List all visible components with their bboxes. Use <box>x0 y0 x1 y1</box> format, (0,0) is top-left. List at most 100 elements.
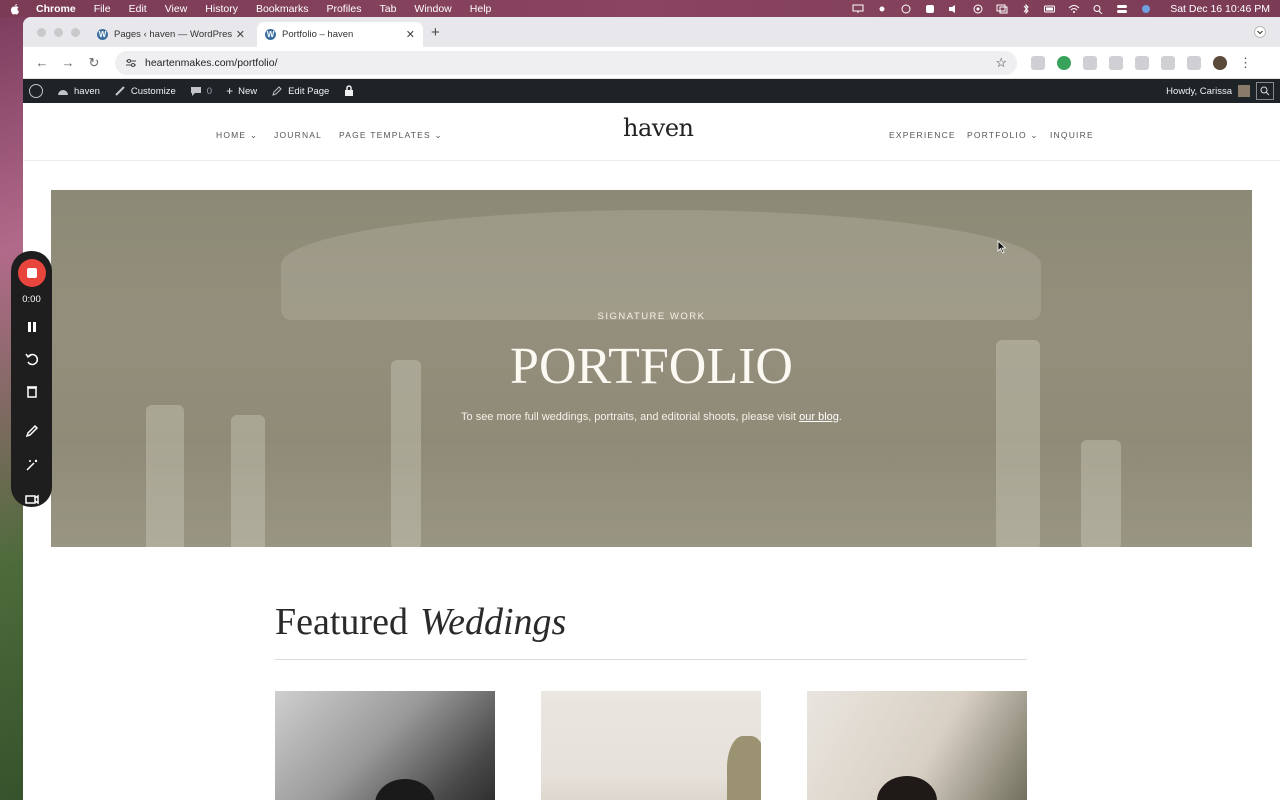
site-logo[interactable]: haven <box>623 114 694 142</box>
kebab-menu-icon[interactable]: ⋮ <box>1239 55 1252 71</box>
window-controls <box>37 28 80 37</box>
candle-shape <box>231 415 265 547</box>
nav-experience[interactable]: EXPERIENCE <box>889 130 956 140</box>
mouse-cursor-icon <box>997 240 1007 254</box>
tab-label: Pages ‹ haven — WordPress <box>114 29 232 40</box>
close-window-button[interactable] <box>37 28 46 37</box>
admin-howdy[interactable]: Howdy, Carissa <box>1166 86 1232 97</box>
wedding-card-image[interactable] <box>275 691 495 800</box>
menu-bookmarks[interactable]: Bookmarks <box>256 3 309 15</box>
tab-portfolio-haven[interactable]: W Portfolio – haven ✕ <box>257 22 423 47</box>
admin-search-icon[interactable] <box>1256 82 1274 100</box>
minimize-window-button[interactable] <box>54 28 63 37</box>
nav-inquire[interactable]: INQUIRE <box>1050 130 1094 140</box>
hero-subtitle-text: To see more full weddings, portraits, an… <box>461 411 800 423</box>
admin-new[interactable]: + New <box>226 84 257 98</box>
siri-icon[interactable] <box>1140 4 1152 14</box>
wifi-icon[interactable] <box>1068 4 1080 14</box>
pause-icon[interactable] <box>24 319 40 335</box>
recycle-extension-icon[interactable] <box>1083 55 1097 70</box>
wedding-card-image[interactable] <box>541 691 761 800</box>
site-info-icon[interactable] <box>125 58 137 68</box>
zoom-window-button[interactable] <box>71 28 80 37</box>
menu-file[interactable]: File <box>94 3 111 15</box>
profile-avatar[interactable] <box>1213 55 1227 70</box>
site-header: HOME ⌄ JOURNAL PAGE TEMPLATES ⌄ haven EX… <box>23 103 1280 161</box>
control-center-icon[interactable] <box>1116 4 1128 14</box>
user-avatar[interactable] <box>1238 85 1250 97</box>
tab-search-icon[interactable] <box>1254 26 1266 38</box>
tab-pages-wordpress[interactable]: W Pages ‹ haven — WordPress ✕ <box>89 22 253 47</box>
screen-mirroring-icon[interactable] <box>996 4 1008 14</box>
bluetooth-icon[interactable] <box>1020 3 1032 14</box>
wp-admin-bar: haven Customize 0 + New Edit Page Howdy,… <box>23 79 1280 103</box>
camera-icon[interactable] <box>24 491 40 507</box>
notification-icon[interactable] <box>924 4 936 14</box>
wordpress-icon: W <box>265 29 276 40</box>
menu-history[interactable]: History <box>205 3 238 15</box>
admin-customize[interactable]: Customize <box>114 85 176 97</box>
camera-extension-icon[interactable] <box>1109 55 1123 70</box>
featured-word: Featured <box>275 601 408 643</box>
admin-comments[interactable]: 0 <box>190 85 212 97</box>
menu-view[interactable]: View <box>165 3 188 15</box>
pencil-icon <box>272 86 282 96</box>
menu-profiles[interactable]: Profiles <box>326 3 361 15</box>
nav-page-templates[interactable]: PAGE TEMPLATES ⌄ <box>339 130 443 141</box>
bookmark-star-icon[interactable]: ☆ <box>995 55 1007 71</box>
lock-icon[interactable] <box>343 85 355 97</box>
nav-home[interactable]: HOME ⌄ <box>216 130 258 141</box>
side-panel-icon[interactable] <box>1187 55 1201 70</box>
close-tab-icon[interactable]: ✕ <box>236 28 245 41</box>
wedding-card-image[interactable] <box>807 691 1027 800</box>
menu-edit[interactable]: Edit <box>129 3 147 15</box>
our-blog-link[interactable]: our blog <box>799 411 839 423</box>
reload-icon[interactable]: ↻ <box>83 55 105 71</box>
code-extension-icon[interactable] <box>1135 55 1149 70</box>
menu-window[interactable]: Window <box>414 3 451 15</box>
brush-icon <box>115 86 125 96</box>
stop-recording-button[interactable] <box>17 259 46 287</box>
pen-icon[interactable] <box>24 423 40 439</box>
admin-edit-page[interactable]: Edit Page <box>271 85 329 97</box>
spotlight-search-icon[interactable] <box>1092 4 1104 14</box>
extensions-area: ⋮ <box>1031 55 1252 71</box>
brightness-icon[interactable] <box>876 4 888 14</box>
restart-icon[interactable] <box>24 351 40 367</box>
grammarly-icon[interactable] <box>1057 55 1071 70</box>
admin-site-name[interactable]: haven <box>57 85 100 97</box>
admin-edit-label: Edit Page <box>288 85 330 97</box>
airdrop-icon[interactable] <box>972 4 984 14</box>
weddings-word: Weddings <box>419 601 567 643</box>
wordpress-logo-icon[interactable] <box>29 84 43 98</box>
candle-shape <box>1081 440 1121 547</box>
nav-portfolio[interactable]: PORTFOLIO ⌄ <box>967 130 1039 141</box>
close-tab-icon[interactable]: ✕ <box>406 28 415 41</box>
trash-icon[interactable] <box>24 383 40 399</box>
forward-arrow-icon[interactable]: → <box>57 55 79 70</box>
admin-comments-count: 0 <box>206 85 213 97</box>
menu-clock[interactable]: Sat Dec 16 10:46 PM <box>1170 3 1270 15</box>
apple-icon[interactable] <box>10 3 20 15</box>
address-bar[interactable]: heartenmakes.com/portfolio/ ☆ <box>115 50 1017 75</box>
site-page: HOME ⌄ JOURNAL PAGE TEMPLATES ⌄ haven EX… <box>23 103 1280 800</box>
tab-strip: W Pages ‹ haven — WordPress ✕ W Portfoli… <box>23 17 1280 47</box>
menu-tab[interactable]: Tab <box>379 3 396 15</box>
hero-eyebrow: SIGNATURE WORK <box>597 311 706 322</box>
url-text[interactable]: heartenmakes.com/portfolio/ <box>145 57 995 69</box>
display-icon[interactable] <box>852 4 864 14</box>
battery-icon[interactable] <box>1044 4 1056 14</box>
extension-icon[interactable] <box>1031 55 1045 70</box>
menu-help[interactable]: Help <box>470 3 492 15</box>
creative-cloud-icon[interactable] <box>900 4 912 14</box>
hero-banner: SIGNATURE WORK PORTFOLIO To see more ful… <box>51 190 1252 547</box>
divider <box>275 659 1027 660</box>
volume-icon[interactable] <box>948 4 960 14</box>
new-tab-button[interactable]: + <box>431 24 440 41</box>
nav-journal[interactable]: JOURNAL <box>274 130 322 140</box>
back-arrow-icon[interactable]: ← <box>31 55 53 70</box>
puzzle-extensions-icon[interactable] <box>1161 55 1175 70</box>
menu-app-chrome[interactable]: Chrome <box>36 3 76 15</box>
candle-shape <box>146 405 184 547</box>
effects-icon[interactable] <box>24 457 40 473</box>
